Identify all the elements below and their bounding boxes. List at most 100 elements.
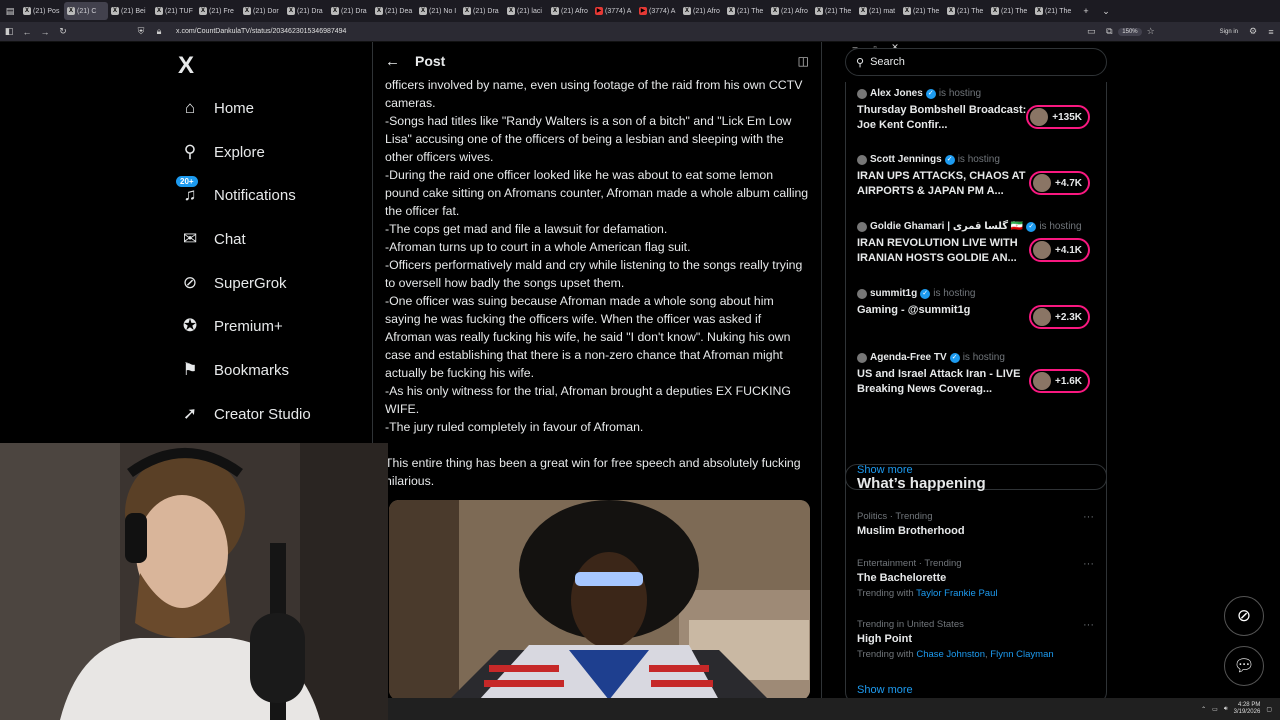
- back-arrow-icon[interactable]: ←: [385, 53, 415, 70]
- post-text: officers involved by name, even using fo…: [385, 76, 810, 490]
- browser-tab[interactable]: X (21) laci: [504, 2, 548, 20]
- trend-related-link[interactable]: Taylor Frankie Paul: [916, 588, 997, 599]
- zoom-level[interactable]: 150%: [1118, 27, 1142, 36]
- tray-expand-icon[interactable]: ⌃: [1201, 706, 1206, 713]
- browser-tab[interactable]: X (21) Dra: [460, 2, 504, 20]
- tab-overflow-icon[interactable]: ⌄: [1096, 6, 1116, 17]
- volume-icon[interactable]: 🔊︎: [1224, 706, 1228, 713]
- menu-icon[interactable]: ≡: [1262, 27, 1280, 37]
- browser-tab[interactable]: X (21) The: [812, 2, 856, 20]
- back-button[interactable]: ←: [18, 27, 36, 37]
- x-favicon-icon: X: [23, 7, 31, 15]
- browser-signin-button[interactable]: Sign in: [1220, 29, 1238, 35]
- browser-tab[interactable]: X (21) Dor: [240, 2, 284, 20]
- trends-show-more-link[interactable]: Show more: [857, 684, 913, 696]
- forward-button[interactable]: →: [36, 27, 54, 37]
- space-listener-button[interactable]: +4.1K: [1029, 238, 1090, 262]
- post-image[interactable]: [389, 500, 810, 698]
- trend-item[interactable]: Politics · Trending Muslim Brotherhood ···: [857, 511, 1102, 537]
- nav-item-notifications[interactable]: ♫ 20+ Notifications: [176, 176, 296, 205]
- space-hosting-label: is hosting: [938, 88, 982, 99]
- browser-tab[interactable]: X (21) Afro: [768, 2, 812, 20]
- extensions-icon[interactable]: ⚙: [1244, 26, 1262, 37]
- browser-tab[interactable]: X (21) Dea: [372, 2, 416, 20]
- browser-tab[interactable]: X (21) The: [724, 2, 768, 20]
- network-icon[interactable]: ▭: [1212, 706, 1218, 713]
- nav-item-creator-studio[interactable]: ➚ Creator Studio: [180, 404, 311, 424]
- browser-tab[interactable]: X (21) Dra: [328, 2, 372, 20]
- live-space-item[interactable]: Agenda-Free TV ✓ is hosting US and Israel A…: [857, 352, 1102, 397]
- trend-item[interactable]: Trending in United States High Point Trend…: [857, 619, 1102, 660]
- space-listener-button[interactable]: +135K: [1026, 105, 1090, 129]
- shield-icon[interactable]: ⛨: [132, 26, 150, 37]
- trend-related-link[interactable]: Chase Johnston: [916, 649, 985, 660]
- browser-tab[interactable]: ▶ (3774) A: [636, 2, 680, 20]
- browser-tab[interactable]: X (21) The: [988, 2, 1032, 20]
- browser-tab[interactable]: X (21) TUF: [152, 2, 196, 20]
- grok-button[interactable]: ⊘: [1224, 596, 1264, 636]
- browser-tab[interactable]: X (21) Afro: [548, 2, 592, 20]
- lock-icon[interactable]: 🔒︎: [150, 26, 168, 37]
- live-space-item[interactable]: Alex Jones ✓ is hosting Thursday Bombshell …: [857, 88, 1102, 133]
- browser-tab[interactable]: X (21) mat: [856, 2, 900, 20]
- space-listener-button[interactable]: +4.7K: [1029, 171, 1090, 195]
- more-options-icon[interactable]: ···: [1083, 619, 1094, 631]
- search-placeholder: Search: [870, 56, 905, 68]
- url-field[interactable]: x.com/CountDankulaTV/status/203462301534…: [176, 28, 346, 35]
- x-logo[interactable]: X: [178, 52, 194, 80]
- live-space-item[interactable]: Scott Jennings ✓ is hosting IRAN UPS ATTACK…: [857, 154, 1102, 199]
- nav-item-chat[interactable]: ✉ Chat: [180, 229, 246, 249]
- bookmark-icon: ⚑: [182, 360, 198, 379]
- space-listener-button[interactable]: +2.3K: [1029, 305, 1090, 329]
- browser-tab-label: (21) C: [77, 7, 97, 15]
- bookmark-star-icon[interactable]: ☆: [1142, 26, 1160, 37]
- live-space-item[interactable]: Goldie Ghamari | گلسا قمری 🇮🇷 ✓ is hosting…: [857, 221, 1102, 266]
- grok-icon: ⊘: [182, 273, 198, 292]
- reader-view-icon[interactable]: ▭: [1082, 26, 1100, 37]
- taskbar-clock[interactable]: 4:28 PM 3/19/2026: [1234, 702, 1261, 716]
- notification-center-icon[interactable]: ▢: [1266, 706, 1272, 713]
- browser-tab[interactable]: ▶ (3774) A: [592, 2, 636, 20]
- more-options-icon[interactable]: ···: [1083, 558, 1094, 570]
- trend-related-link[interactable]: Flynn Clayman: [990, 649, 1053, 660]
- trend-related: Trending with Taylor Frankie Paul: [857, 588, 1102, 599]
- messages-button[interactable]: 💬︎: [1224, 646, 1264, 686]
- afroman-court-photo: [389, 500, 810, 698]
- space-hosting-label: is hosting: [962, 352, 1005, 363]
- sidebar-toggle-icon[interactable]: ◧: [0, 26, 18, 37]
- new-tab-button[interactable]: +: [1076, 6, 1096, 16]
- more-options-icon[interactable]: ···: [1083, 511, 1094, 523]
- nav-item-explore[interactable]: ⚲ Explore: [180, 142, 265, 162]
- x-favicon-icon: X: [507, 7, 515, 15]
- post-closing-line: This entire thing has been a great win f…: [385, 456, 801, 488]
- nav-item-bookmarks[interactable]: ⚑ Bookmarks: [180, 360, 289, 380]
- browser-tab[interactable]: X (21) Fre: [196, 2, 240, 20]
- space-host-name: Scott Jennings: [870, 154, 942, 165]
- nav-item-home[interactable]: ⌂ Home: [180, 98, 254, 118]
- x-favicon-icon: X: [815, 7, 823, 15]
- post-text-line: -As his only witness for the trial, Afro…: [385, 384, 791, 416]
- live-space-item[interactable]: summit1g ✓ is hosting Gaming - @summit1g +2.…: [857, 288, 1102, 329]
- reload-button[interactable]: ↻: [54, 26, 72, 37]
- browser-tab[interactable]: X (21) The: [900, 2, 944, 20]
- browser-tab[interactable]: X (21) The: [1032, 2, 1076, 20]
- browser-tab[interactable]: X (21) Bei: [108, 2, 152, 20]
- tab-list-icon[interactable]: ▤: [0, 6, 20, 17]
- trend-item[interactable]: Entertainment · Trending The Bachelorette…: [857, 558, 1102, 599]
- browser-tab[interactable]: X (21) No I: [416, 2, 460, 20]
- picture-in-picture-icon[interactable]: ⧉: [1100, 26, 1118, 37]
- nav-item-supergrok[interactable]: ⊘ SuperGrok: [180, 273, 287, 293]
- youtube-favicon-icon: ▶: [639, 7, 647, 15]
- x-favicon-icon: X: [947, 7, 955, 15]
- browser-tab[interactable]: X (21) C: [64, 2, 108, 20]
- reader-mode-icon[interactable]: ◫: [798, 54, 809, 68]
- browser-tab[interactable]: X (21) Dra: [284, 2, 328, 20]
- browser-tab[interactable]: X (21) Afro: [680, 2, 724, 20]
- post-text-line: -Songs had titles like "Randy Walters is…: [385, 114, 792, 164]
- space-listener-button[interactable]: +1.6K: [1029, 369, 1090, 393]
- browser-tab[interactable]: X (21) The: [944, 2, 988, 20]
- host-avatar: [857, 154, 867, 165]
- search-input[interactable]: ⚲ Search: [845, 48, 1107, 76]
- browser-tab[interactable]: X (21) Pos: [20, 2, 64, 20]
- nav-item-premium[interactable]: ✪ Premium+: [180, 316, 283, 336]
